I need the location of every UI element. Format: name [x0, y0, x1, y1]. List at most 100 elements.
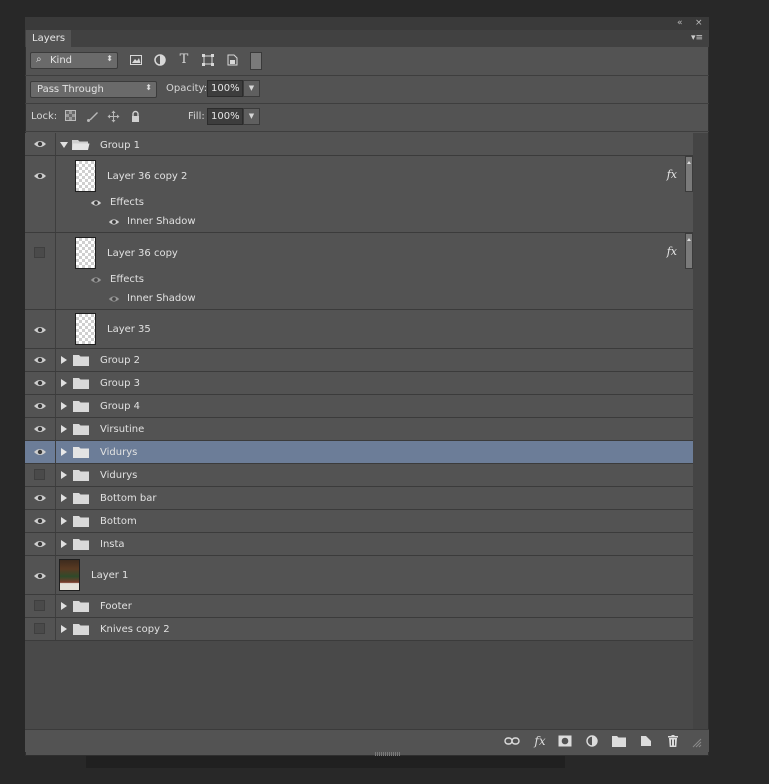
effects-eye-icon[interactable]	[90, 197, 102, 209]
column-divider	[55, 464, 56, 486]
panel-menu-icon[interactable]: ▾≡	[691, 34, 703, 43]
layer-row-layer-35[interactable]: Layer 35	[25, 310, 693, 349]
type-filter-icon[interactable]: T	[177, 53, 191, 67]
visibility-eye-icon[interactable]	[33, 445, 47, 459]
new-layer-icon[interactable]	[639, 735, 653, 747]
collapse-triangle-icon[interactable]	[61, 379, 67, 387]
layer-name: Layer 36 copy 2	[107, 171, 188, 182]
layer-row-knives-copy-2[interactable]: Knives copy 2	[25, 618, 693, 641]
effect-eye-icon[interactable]	[108, 216, 120, 228]
resize-corner-icon[interactable]	[692, 738, 702, 748]
layer-row-group-3[interactable]: Group 3	[25, 372, 693, 395]
collapse-triangle-icon[interactable]	[61, 517, 67, 525]
lock-image-pixels-icon[interactable]	[86, 110, 99, 123]
layer-row-layer-36-copy[interactable]: Layer 36 copy fx Effects Inner Shadow	[25, 233, 693, 310]
visibility-eye-icon[interactable]	[33, 514, 47, 528]
visibility-eye-icon[interactable]	[33, 422, 47, 436]
kind-filter-dropdown[interactable]: ⌕ Kind ⬍	[30, 52, 118, 69]
collapse-triangle-icon[interactable]	[61, 625, 67, 633]
open-folder-icon	[72, 139, 90, 151]
collapse-triangle-icon[interactable]	[61, 425, 67, 433]
panel-title-bar: « ×	[25, 17, 709, 30]
opacity-input[interactable]: 100%	[207, 80, 243, 97]
layer-row-bottom[interactable]: Bottom	[25, 510, 693, 533]
effects-scroll-indicator[interactable]	[685, 233, 693, 269]
layer-name: Footer	[100, 601, 132, 612]
adjustment-layer-icon[interactable]	[585, 735, 599, 747]
mask-icon[interactable]	[558, 735, 572, 747]
layer-row-group-4[interactable]: Group 4	[25, 395, 693, 418]
layer-row-footer[interactable]: Footer	[25, 595, 693, 618]
adjustment-filter-icon[interactable]	[153, 53, 167, 67]
tab-layers[interactable]: Layers	[26, 30, 72, 47]
folder-icon	[73, 469, 89, 481]
layer-row-vidurys[interactable]: Vidurys	[25, 464, 693, 487]
layer-row-virsutine[interactable]: Virsutine	[25, 418, 693, 441]
image-filter-icon[interactable]	[129, 53, 143, 67]
layer-row-insta[interactable]: Insta	[25, 533, 693, 556]
effect-eye-icon[interactable]	[108, 293, 120, 305]
layers-scrollbar[interactable]	[693, 133, 708, 729]
column-divider	[55, 349, 56, 371]
shape-filter-icon[interactable]	[201, 53, 215, 67]
lock-position-icon[interactable]	[107, 110, 120, 123]
visibility-toggle-hidden[interactable]	[34, 623, 45, 634]
layer-name: Bottom	[100, 516, 137, 527]
fx-icon[interactable]: fx	[531, 735, 549, 747]
filter-toggle-icon[interactable]	[250, 52, 262, 70]
collapse-triangle-icon[interactable]	[61, 602, 67, 610]
visibility-toggle-hidden[interactable]	[34, 469, 45, 480]
folder-icon	[73, 515, 89, 527]
folder-icon	[73, 492, 89, 504]
visibility-toggle-hidden[interactable]	[34, 247, 45, 258]
column-divider	[55, 156, 56, 232]
collapse-triangle-icon[interactable]	[61, 540, 67, 548]
collapse-triangle-icon[interactable]	[61, 402, 67, 410]
new-group-icon[interactable]	[612, 735, 626, 747]
layer-name: Insta	[100, 539, 125, 550]
trash-icon[interactable]	[666, 735, 680, 747]
divider	[25, 131, 709, 132]
effects-scroll-indicator[interactable]	[685, 156, 693, 192]
kind-filter-label: Kind	[50, 55, 73, 66]
fill-label: Fill:	[188, 111, 205, 122]
visibility-eye-icon[interactable]	[33, 569, 47, 583]
layer-row-group-2[interactable]: Group 2	[25, 349, 693, 372]
expand-triangle-icon[interactable]	[60, 142, 68, 148]
layer-row-layer-36-copy-2[interactable]: Layer 36 copy 2 fx Effects Inner Shadow	[25, 156, 693, 233]
visibility-eye-icon[interactable]	[33, 491, 47, 505]
visibility-eye-icon[interactable]	[33, 376, 47, 390]
layer-row-bottom-bar[interactable]: Bottom bar	[25, 487, 693, 510]
layer-row-group-1[interactable]: Group 1	[25, 133, 693, 156]
layer-row-vidurys-selected[interactable]: Vidurys	[25, 441, 693, 464]
smart-object-filter-icon[interactable]	[225, 53, 239, 67]
visibility-eye-icon[interactable]	[33, 353, 47, 367]
layer-effects-fx-icon[interactable]: fx	[667, 245, 677, 258]
visibility-toggle-hidden[interactable]	[34, 600, 45, 611]
lock-transparent-pixels-icon[interactable]	[64, 110, 77, 123]
column-divider	[55, 233, 56, 309]
fill-dropdown-button[interactable]: ▼	[243, 108, 260, 125]
visibility-eye-icon[interactable]	[33, 137, 47, 151]
layer-row-layer-1[interactable]: Layer 1	[25, 556, 693, 595]
visibility-eye-icon[interactable]	[33, 399, 47, 413]
effects-label: Effects	[110, 274, 144, 285]
link-layers-icon[interactable]	[504, 735, 520, 747]
visibility-eye-icon[interactable]	[33, 169, 47, 183]
layer-effects-fx-icon[interactable]: fx	[667, 168, 677, 181]
close-panel-button[interactable]: ×	[695, 17, 703, 30]
visibility-eye-icon[interactable]	[33, 323, 47, 337]
blend-mode-dropdown[interactable]: Pass Through ⬍	[30, 81, 157, 98]
lock-all-icon[interactable]	[129, 110, 142, 123]
collapse-panel-button[interactable]: «	[677, 17, 683, 30]
layers-list: Group 1 Layer 36 copy 2 fx Effects Inner…	[25, 133, 693, 729]
collapse-triangle-icon[interactable]	[61, 494, 67, 502]
divider	[25, 75, 709, 76]
collapse-triangle-icon[interactable]	[61, 448, 67, 456]
collapse-triangle-icon[interactable]	[61, 356, 67, 364]
collapse-triangle-icon[interactable]	[61, 471, 67, 479]
opacity-dropdown-button[interactable]: ▼	[243, 80, 260, 97]
fill-input[interactable]: 100%	[207, 108, 243, 125]
visibility-eye-icon[interactable]	[33, 537, 47, 551]
effects-eye-icon[interactable]	[90, 274, 102, 286]
